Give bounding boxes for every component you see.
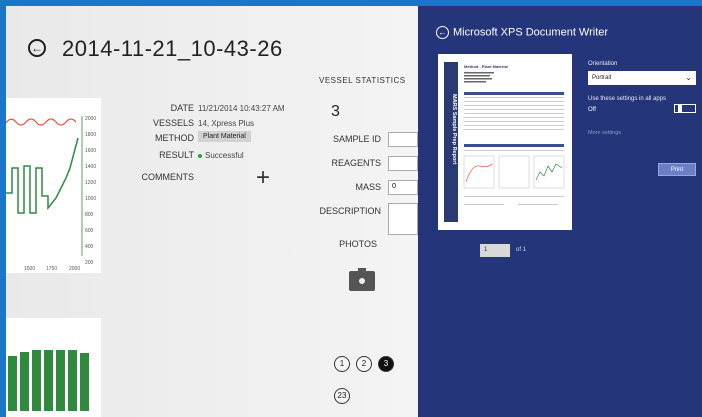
- temperature-pressure-chart: 2000 1800 1600 1400 1200 1000 800 600 40…: [6, 98, 101, 273]
- result-label: RESULT: [159, 150, 194, 160]
- y-tick-label: 400: [85, 244, 94, 250]
- y-tick-label: 200: [85, 260, 94, 266]
- preview-title: Method - Plant Material: [464, 64, 508, 69]
- method-badge: Plant Material: [198, 131, 251, 142]
- vessels-value: 14, Xpress Plus: [198, 119, 255, 128]
- description-label: DESCRIPTION: [319, 206, 381, 216]
- camera-icon: [357, 276, 367, 286]
- orientation-label: Orientation: [588, 61, 618, 67]
- y-tick-label: 800: [85, 212, 94, 218]
- date-value: 11/21/2014 10:43:27 AM: [198, 104, 285, 113]
- y-tick-label: 1600: [85, 148, 96, 154]
- x-tick-label: 1750: [46, 266, 57, 272]
- vessel-number: 3: [331, 103, 340, 120]
- page-number-input[interactable]: 1: [480, 244, 510, 257]
- sample-id-label: SAMPLE ID: [332, 134, 381, 144]
- y-tick-label: 1800: [85, 132, 96, 138]
- bar: [56, 350, 65, 411]
- printer-title: ← Microsoft XPS Document Writer: [436, 26, 608, 39]
- vessel-statistics-title: VESSEL STATISTICS: [319, 76, 406, 85]
- photos-label: PHOTOS: [339, 239, 377, 249]
- x-tick-label: 2000: [69, 266, 80, 272]
- bar: [8, 356, 17, 411]
- use-settings-state: Off: [588, 107, 596, 113]
- bar: [44, 350, 53, 411]
- vessels-label: VESSELS: [152, 118, 194, 128]
- sample-id-input[interactable]: [388, 132, 418, 147]
- use-settings-toggle[interactable]: [674, 104, 696, 113]
- add-comment-button[interactable]: +: [256, 164, 270, 192]
- print-panel: ← Microsoft XPS Document Writer MARS Samp…: [418, 6, 702, 417]
- printer-name: Microsoft XPS Document Writer: [453, 26, 609, 39]
- print-preview: MARS Sample Prep Report Method - Plant M…: [438, 54, 572, 230]
- app-window: ← 2014-11-21_10-43-26 2000 1800 1600 140…: [6, 6, 702, 417]
- chevron-down-icon: ⌄: [685, 73, 692, 82]
- back-button[interactable]: ←: [28, 39, 46, 57]
- use-settings-label: Use these settings in all apps: [588, 96, 667, 102]
- more-settings-link[interactable]: More settings: [588, 130, 621, 136]
- reagents-input[interactable]: [388, 156, 418, 171]
- power-bar-chart: [6, 318, 101, 417]
- vessel-page-3[interactable]: 3: [378, 356, 394, 372]
- report-app: ← 2014-11-21_10-43-26 2000 1800 1600 140…: [6, 6, 418, 417]
- vessel-page-23[interactable]: 23: [334, 388, 350, 404]
- description-input[interactable]: [388, 203, 418, 235]
- page-count: of 1: [516, 247, 527, 253]
- orientation-select[interactable]: Portrait ⌄: [588, 71, 696, 85]
- preview-banner: MARS Sample Prep Report: [451, 94, 457, 164]
- back-arrow-icon[interactable]: ←: [436, 26, 449, 39]
- print-button[interactable]: Print: [658, 163, 696, 176]
- y-tick-label: 1200: [85, 180, 96, 186]
- comments-label: COMMENTS: [141, 172, 195, 182]
- result-status: Successful: [198, 151, 244, 160]
- page-title: 2014-11-21_10-43-26: [62, 36, 283, 61]
- pressure-series-line: [6, 137, 79, 214]
- camera-button[interactable]: [349, 268, 375, 291]
- orientation-value: Portrait: [592, 75, 612, 81]
- temperature-series-line: [6, 118, 77, 126]
- x-tick-label: 1500: [24, 266, 35, 272]
- y-tick-label: 2000: [85, 116, 96, 122]
- bar: [32, 350, 41, 411]
- success-dot-icon: [198, 153, 202, 158]
- mass-label: MASS: [355, 182, 381, 192]
- result-value: Successful: [205, 151, 244, 160]
- bar: [68, 350, 77, 411]
- y-tick-label: 1400: [85, 164, 96, 170]
- date-label: DATE: [170, 103, 194, 113]
- reagents-label: REAGENTS: [331, 158, 381, 168]
- mass-input[interactable]: 0: [388, 180, 418, 195]
- bar: [80, 353, 89, 411]
- toggle-knob: [678, 105, 682, 112]
- vessel-page-1[interactable]: 1: [334, 356, 350, 372]
- method-label: METHOD: [155, 133, 194, 143]
- bar: [20, 352, 29, 411]
- y-tick-label: 1000: [85, 196, 96, 202]
- y-tick-label: 600: [85, 228, 94, 234]
- vessel-page-2[interactable]: 2: [356, 356, 372, 372]
- back-arrow-icon: ←: [31, 41, 43, 55]
